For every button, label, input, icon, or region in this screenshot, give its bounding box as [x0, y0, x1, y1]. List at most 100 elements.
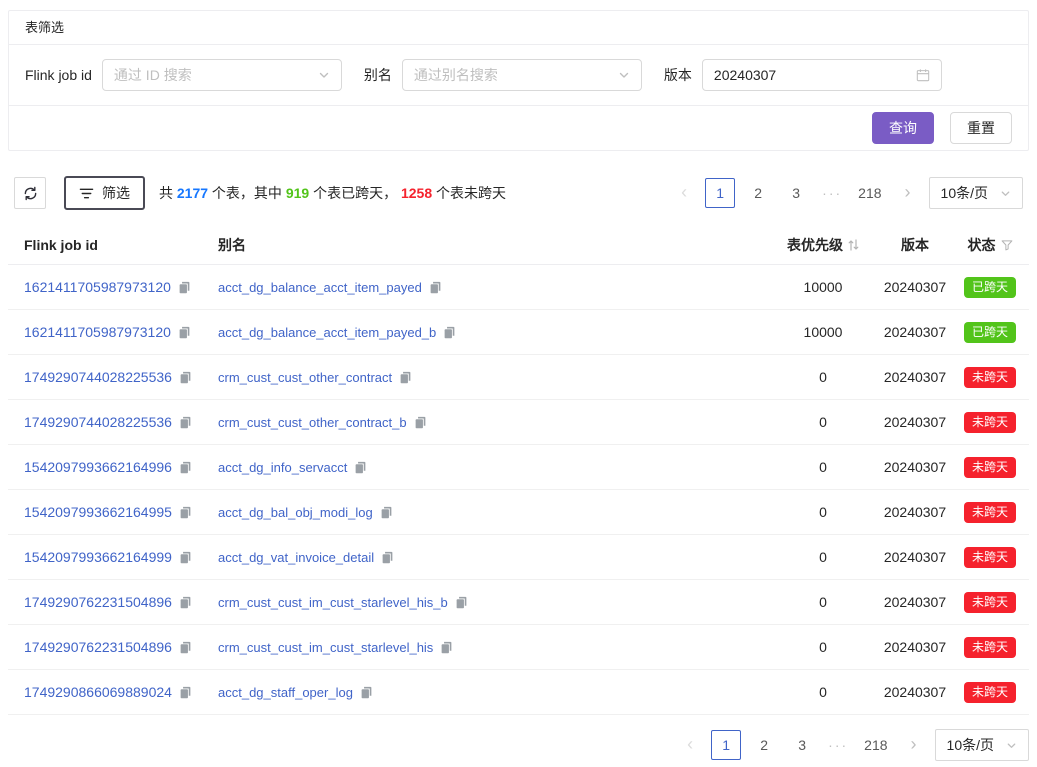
page-size-label: 10条/页: [941, 183, 988, 203]
filter-funnel-icon[interactable]: [1001, 239, 1013, 251]
summary-text: 共: [159, 185, 177, 201]
alias-link[interactable]: acct_dg_bal_obj_modi_log: [218, 505, 373, 520]
filter-toggle-button[interactable]: 筛选: [64, 176, 145, 210]
page-item-3[interactable]: 3: [787, 730, 817, 760]
copy-icon[interactable]: [178, 281, 191, 294]
status-badge: 未跨天: [964, 682, 1016, 703]
job-id-cell: 1542097993662164995: [8, 504, 204, 520]
flink-job-id-select[interactable]: 通过 ID 搜索: [102, 59, 342, 91]
alias-link[interactable]: acct_dg_balance_acct_item_payed: [218, 280, 422, 295]
version-cell: 20240307: [879, 549, 951, 565]
priority-cell: 0: [767, 369, 879, 385]
flink-job-id-field: Flink job id 通过 ID 搜索: [25, 59, 342, 91]
copy-icon[interactable]: [440, 641, 453, 654]
filter-card: 表筛选 Flink job id 通过 ID 搜索 别名 通过别名搜索: [8, 10, 1029, 151]
page-item-last[interactable]: 218: [859, 730, 892, 760]
page-item-3[interactable]: 3: [781, 178, 811, 208]
job-id-link[interactable]: 1749290744028225536: [24, 369, 172, 385]
copy-icon[interactable]: [179, 596, 192, 609]
table-row: 1749290762231504896 crm_cust_cust_im_cus…: [8, 625, 1029, 670]
copy-icon[interactable]: [429, 281, 442, 294]
version-field: 版本: [664, 59, 942, 91]
status-badge: 未跨天: [964, 412, 1016, 433]
page-item-2[interactable]: 2: [743, 178, 773, 208]
alias-link[interactable]: acct_dg_staff_oper_log: [218, 685, 353, 700]
priority-cell: 0: [767, 504, 879, 520]
prev-page-button[interactable]: ‹: [677, 729, 703, 761]
summary-text: 个表，其中: [208, 185, 286, 201]
job-id-link[interactable]: 1542097993662164996: [24, 459, 172, 475]
page-item-2[interactable]: 2: [749, 730, 779, 760]
sort-icon[interactable]: [848, 238, 859, 252]
copy-icon[interactable]: [414, 416, 427, 429]
status-cell: 未跨天: [951, 682, 1029, 703]
status-cell: 未跨天: [951, 502, 1029, 523]
copy-icon[interactable]: [179, 416, 192, 429]
bottom-pagination: ‹ 1 2 3 ··· 218 › 10条/页: [677, 729, 1029, 761]
prev-page-button[interactable]: ‹: [671, 177, 697, 209]
version-label: 版本: [664, 65, 692, 85]
page-size-select[interactable]: 10条/页: [929, 177, 1023, 209]
filter-toggle-label: 筛选: [102, 183, 130, 203]
job-id-link[interactable]: 1749290866069889024: [24, 684, 172, 700]
copy-icon[interactable]: [179, 371, 192, 384]
copy-icon[interactable]: [179, 686, 192, 699]
copy-icon[interactable]: [354, 461, 367, 474]
copy-icon[interactable]: [179, 551, 192, 564]
table-header: Flink job id 别名 表优先级 版本 状态: [8, 225, 1029, 265]
page-item-1[interactable]: 1: [711, 730, 741, 760]
copy-icon[interactable]: [380, 506, 393, 519]
version-cell: 20240307: [879, 324, 951, 340]
version-input[interactable]: [714, 67, 916, 83]
page-item-1[interactable]: 1: [705, 178, 735, 208]
alias-select[interactable]: 通过别名搜索: [402, 59, 642, 91]
next-page-button[interactable]: ›: [901, 729, 927, 761]
alias-link[interactable]: crm_cust_cust_im_cust_starlevel_his_b: [218, 595, 448, 610]
alias-link[interactable]: crm_cust_cust_other_contract: [218, 370, 392, 385]
refresh-icon: [23, 186, 38, 201]
job-id-cell: 1542097993662164996: [8, 459, 204, 475]
copy-icon[interactable]: [178, 326, 191, 339]
job-id-link[interactable]: 1621411705987973120: [24, 324, 171, 340]
copy-icon[interactable]: [443, 326, 456, 339]
chevron-down-icon: [318, 69, 330, 81]
summary-uncrossed-count: 1258: [401, 185, 432, 201]
alias-cell: crm_cust_cust_other_contract: [204, 370, 767, 385]
copy-icon[interactable]: [455, 596, 468, 609]
status-cell: 已跨天: [951, 322, 1029, 343]
job-id-link[interactable]: 1542097993662164995: [24, 504, 172, 520]
copy-icon[interactable]: [360, 686, 373, 699]
copy-icon[interactable]: [179, 461, 192, 474]
status-cell: 已跨天: [951, 277, 1029, 298]
refresh-button[interactable]: [14, 177, 46, 209]
version-cell: 20240307: [879, 279, 951, 295]
job-id-link[interactable]: 1749290762231504896: [24, 594, 172, 610]
next-page-button[interactable]: ›: [895, 177, 921, 209]
copy-icon[interactable]: [179, 641, 192, 654]
page-item-last[interactable]: 218: [853, 178, 886, 208]
job-id-link[interactable]: 1749290762231504896: [24, 639, 172, 655]
page-size-select[interactable]: 10条/页: [935, 729, 1029, 761]
version-date-input[interactable]: [702, 59, 942, 91]
alias-cell: acct_dg_vat_invoice_detail: [204, 550, 767, 565]
job-id-link[interactable]: 1542097993662164999: [24, 549, 172, 565]
reset-button[interactable]: 重置: [950, 112, 1012, 144]
copy-icon[interactable]: [179, 506, 192, 519]
alias-link[interactable]: acct_dg_vat_invoice_detail: [218, 550, 374, 565]
page-ellipsis[interactable]: ···: [819, 185, 845, 201]
job-id-cell: 1749290744028225536: [8, 369, 204, 385]
alias-link[interactable]: crm_cust_cust_other_contract_b: [218, 415, 407, 430]
job-id-link[interactable]: 1749290744028225536: [24, 414, 172, 430]
alias-link[interactable]: acct_dg_info_servacct: [218, 460, 347, 475]
job-id-link[interactable]: 1621411705987973120: [24, 279, 171, 295]
alias-link[interactable]: acct_dg_balance_acct_item_payed_b: [218, 325, 436, 340]
copy-icon[interactable]: [399, 371, 412, 384]
job-id-cell: 1749290762231504896: [8, 639, 204, 655]
copy-icon[interactable]: [381, 551, 394, 564]
alias-cell: acct_dg_balance_acct_item_payed: [204, 280, 767, 295]
search-button[interactable]: 查询: [872, 112, 934, 144]
page-ellipsis[interactable]: ···: [825, 737, 851, 753]
status-cell: 未跨天: [951, 547, 1029, 568]
alias-link[interactable]: crm_cust_cust_im_cust_starlevel_his: [218, 640, 433, 655]
table-row: 1749290744028225536 crm_cust_cust_other_…: [8, 355, 1029, 400]
